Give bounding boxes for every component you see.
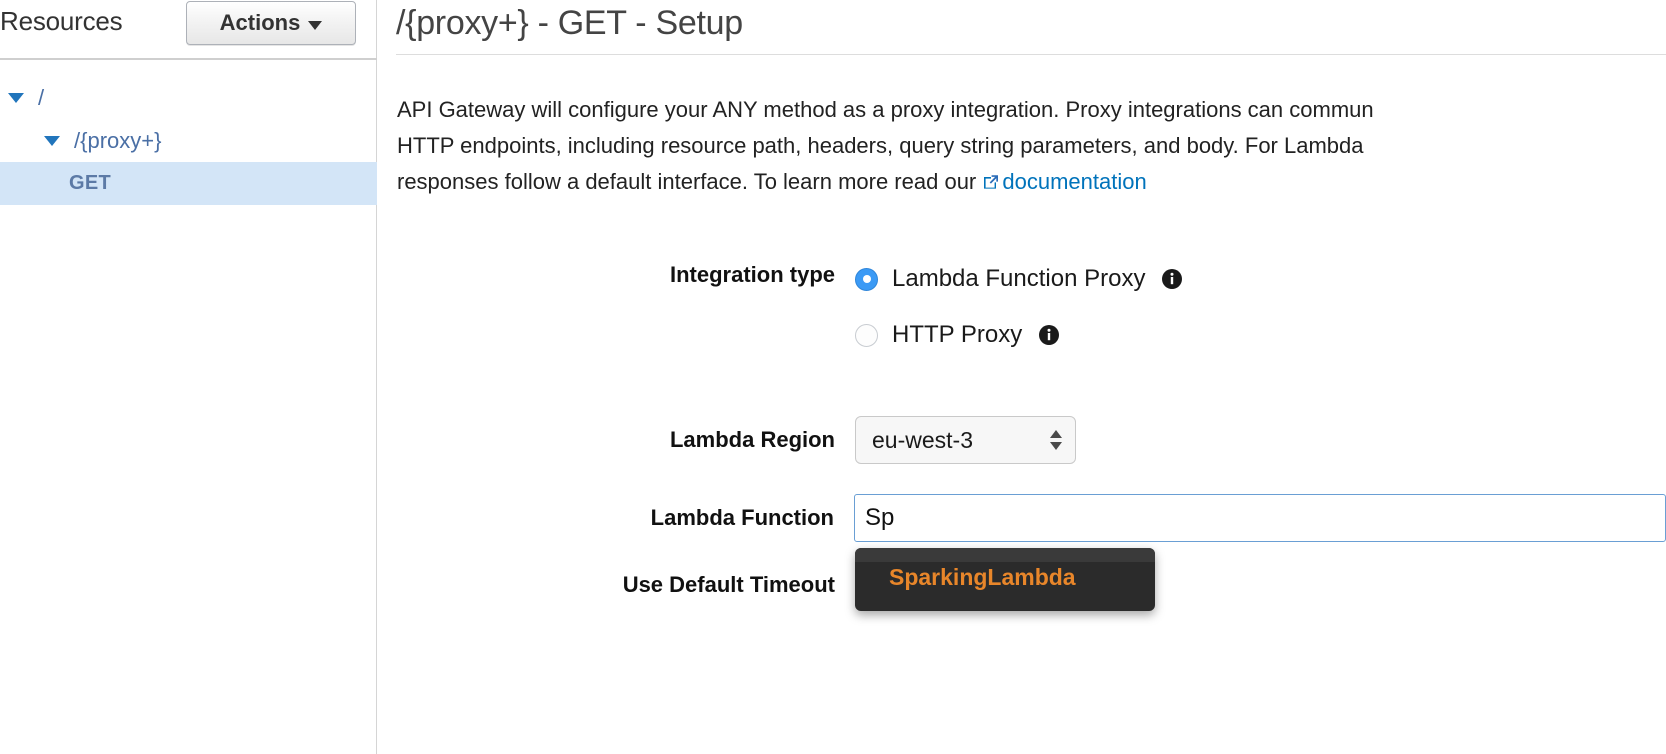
radio-lambda-function-proxy-label: Lambda Function Proxy: [892, 265, 1145, 293]
documentation-link-text: documentation: [1002, 169, 1146, 194]
radio-http-proxy[interactable]: [855, 324, 878, 347]
intro-paragraph: API Gateway will configure your ANY meth…: [397, 92, 1666, 200]
intro-line-1: API Gateway will configure your ANY meth…: [397, 92, 1666, 128]
integration-type-row: Integration type Lambda Function Proxy: [378, 262, 1666, 348]
caret-down-icon: [308, 21, 322, 30]
sidebar-divider: [0, 58, 377, 60]
intro-line-3-text: responses follow a default interface. To…: [397, 169, 982, 194]
chevron-down-icon[interactable]: [8, 93, 24, 103]
resource-tree: / /{proxy+} GET: [0, 76, 377, 205]
lambda-function-label: Lambda Function: [378, 505, 854, 531]
sidebar-header: Resources Actions: [0, 0, 376, 50]
tree-item-proxy-label: /{proxy+}: [74, 128, 161, 154]
external-link-icon: [982, 173, 1000, 191]
documentation-link[interactable]: documentation: [982, 169, 1146, 194]
setup-main-panel: /{proxy+} - GET - Setup API Gateway will…: [378, 0, 1666, 754]
lambda-region-control: eu-west-3: [855, 416, 1076, 464]
select-stepper-icon[interactable]: [1050, 430, 1062, 450]
radio-lambda-function-proxy[interactable]: [855, 268, 878, 291]
chevron-down-icon: [1050, 442, 1062, 450]
lambda-region-select[interactable]: eu-west-3: [855, 416, 1076, 464]
intro-line-3: responses follow a default interface. To…: [397, 164, 1666, 200]
chevron-up-icon: [1050, 430, 1062, 438]
actions-button-label: Actions: [220, 10, 301, 36]
actions-button[interactable]: Actions: [186, 1, 356, 45]
lambda-region-value: eu-west-3: [872, 427, 973, 454]
title-divider: [396, 54, 1666, 55]
tree-item-get-method[interactable]: GET: [0, 162, 377, 205]
resources-title: Resources: [0, 6, 122, 37]
lambda-function-control: SparkingLambda: [854, 494, 1666, 542]
lambda-function-input[interactable]: [854, 494, 1666, 542]
integration-type-options: Lambda Function Proxy HTTP Proxy: [855, 262, 1183, 352]
tree-item-root-label: /: [38, 85, 44, 111]
info-icon[interactable]: [1038, 324, 1060, 346]
radio-option-http-proxy[interactable]: HTTP Proxy: [855, 318, 1183, 352]
tree-item-get-label: GET: [69, 172, 111, 195]
tree-item-proxy[interactable]: /{proxy+}: [0, 119, 377, 162]
lambda-region-label: Lambda Region: [378, 427, 855, 453]
tree-item-root[interactable]: /: [0, 76, 377, 119]
lambda-region-row: Lambda Region eu-west-3: [378, 416, 1666, 464]
intro-line-2: HTTP endpoints, including resource path,…: [397, 128, 1666, 164]
use-default-timeout-label: Use Default Timeout: [378, 572, 855, 598]
setup-form: Integration type Lambda Function Proxy: [378, 262, 1666, 598]
lambda-function-row: Lambda Function SparkingLambda: [378, 494, 1666, 542]
integration-type-label: Integration type: [378, 262, 855, 288]
page-title: /{proxy+} - GET - Setup: [396, 4, 743, 43]
api-gateway-setup-page: Resources Actions / /{proxy+} GET /{prox…: [0, 0, 1666, 754]
chevron-down-icon[interactable]: [44, 136, 60, 146]
resources-sidebar: Resources Actions / /{proxy+} GET: [0, 0, 377, 754]
info-icon[interactable]: [1161, 268, 1183, 290]
radio-http-proxy-label: HTTP Proxy: [892, 321, 1022, 349]
radio-option-lambda-function-proxy[interactable]: Lambda Function Proxy: [855, 262, 1183, 296]
use-default-timeout-row: Use Default Timeout: [378, 572, 1666, 598]
